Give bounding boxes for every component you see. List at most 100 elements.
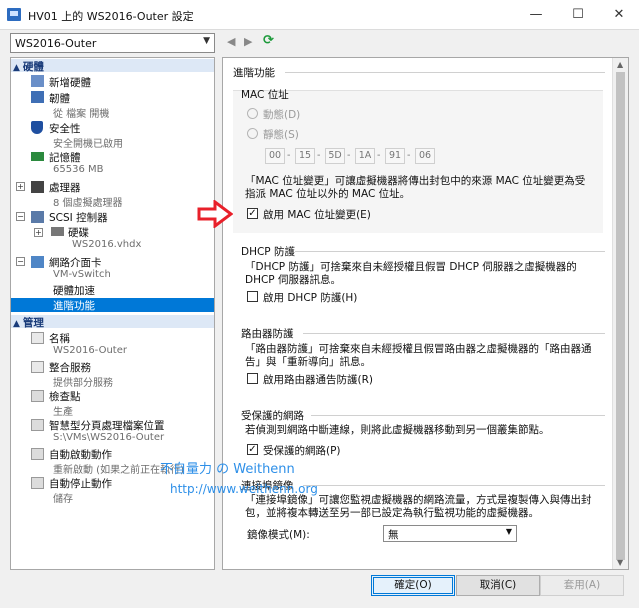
collapse-icon: ▲ — [13, 63, 20, 73]
tree-item-advanced-features[interactable]: 進階功能 — [53, 298, 95, 313]
tree-item-security[interactable]: 安全性 — [49, 121, 81, 136]
dhcp-group-title: DHCP 防護 — [241, 246, 295, 258]
forward-arrow-icon[interactable]: ▶ — [244, 35, 252, 48]
section-header-hardware[interactable]: ▲ 硬體 — [11, 59, 214, 73]
mirror-mode-label: 鏡像模式(M): — [247, 529, 310, 541]
tree-item-processor-detail: 8 個虛擬處理器 — [53, 198, 123, 209]
scroll-up-icon[interactable]: ▲ — [617, 60, 623, 69]
chevron-down-icon: ▼ — [505, 527, 512, 536]
divider — [303, 485, 605, 486]
annotation-arrow-icon — [197, 200, 233, 228]
panel-title: 進階功能 — [233, 67, 275, 79]
refresh-icon[interactable]: ⟳ — [263, 33, 274, 48]
tree-item-name[interactable]: 名稱 — [49, 331, 70, 346]
mac-octet-5[interactable]: 91 — [385, 148, 405, 164]
mac-static-radio[interactable] — [247, 128, 258, 139]
tree-item-memory[interactable]: 記憶體 — [49, 150, 81, 165]
tree-item-integration-services-detail: 提供部分服務 — [53, 378, 113, 389]
apply-button[interactable]: 套用(A) — [540, 575, 624, 596]
mac-octet-3[interactable]: 5D — [325, 148, 345, 164]
shield-icon — [31, 121, 43, 134]
tree-item-network-adapter-detail: VM-vSwitch — [53, 269, 111, 280]
title-bar: HV01 上的 WS2016-Outer 設定 — ☐ ✕ — [0, 0, 639, 30]
protected-network-group-title: 受保護的網路 — [241, 410, 304, 422]
tree-item-scsi[interactable]: SCSI 控制器 — [49, 210, 108, 225]
tree-item-hard-drive[interactable]: 硬碟 — [68, 225, 89, 240]
mac-dynamic-radio[interactable] — [247, 108, 258, 119]
auto-start-icon — [31, 448, 44, 460]
hard-drive-icon — [51, 227, 64, 236]
network-adapter-icon — [31, 256, 44, 268]
mirror-mode-value: 無 — [388, 529, 399, 541]
mac-separator: - — [347, 150, 351, 161]
divider — [285, 72, 605, 73]
dhcp-guard-description: 「DHCP 防護」可捨棄來自未經授權且假冒 DHCP 伺服器之虛擬機器的 DHC… — [245, 261, 577, 286]
mac-octet-1[interactable]: 00 — [265, 148, 285, 164]
tree-item-firmware-detail: 從 檔案 開機 — [53, 109, 110, 120]
chevron-down-icon: ▼ — [203, 36, 210, 46]
tree-item-name-detail: WS2016-Outer — [53, 345, 127, 356]
divider — [311, 415, 605, 416]
protected-network-description: 若偵測到網路中斷連線，則將此虛擬機器移動到另一個叢集節點。 — [245, 424, 550, 436]
minimize-icon[interactable]: — — [528, 7, 544, 22]
tree-item-auto-stop[interactable]: 自動停止動作 — [49, 476, 112, 491]
auto-stop-icon — [31, 477, 44, 489]
close-icon[interactable]: ✕ — [611, 7, 627, 22]
memory-icon — [31, 152, 44, 161]
router-guard-checkbox[interactable] — [247, 373, 258, 384]
watermark-url: http://www.weithenn.org — [170, 482, 318, 496]
expand-icon[interactable]: + — [16, 182, 25, 191]
hyperv-settings-icon — [7, 8, 21, 21]
section-header-management[interactable]: ▲ 管理 — [11, 315, 214, 329]
tree-item-firmware[interactable]: 韌體 — [49, 91, 70, 106]
mac-separator: - — [377, 150, 381, 161]
paging-file-icon — [31, 419, 44, 431]
mac-separator: - — [407, 150, 411, 161]
tree-item-integration-services[interactable]: 整合服務 — [49, 360, 91, 375]
maximize-icon[interactable]: ☐ — [570, 7, 586, 22]
tree-item-memory-detail: 65536 MB — [53, 164, 104, 175]
router-guard-label: 啟用路由器通告防護(R) — [263, 374, 373, 386]
mac-octet-4[interactable]: 1A — [355, 148, 375, 164]
tree-item-network-adapter[interactable]: 網路介面卡 — [49, 255, 102, 270]
tree-item-checkpoints[interactable]: 檢查點 — [49, 389, 81, 404]
cancel-button[interactable]: 取消(C) — [456, 575, 540, 596]
tree-item-processor[interactable]: 處理器 — [49, 180, 81, 195]
tree-item-checkpoints-detail: 生產 — [53, 407, 73, 418]
checkpoint-icon — [31, 390, 44, 402]
tree-item-smart-paging[interactable]: 智慧型分頁處理檔案位置 — [49, 418, 165, 433]
ok-button[interactable]: 確定(O) — [371, 575, 455, 596]
back-arrow-icon[interactable]: ◀ — [227, 35, 235, 48]
collapse-tree-icon[interactable]: − — [16, 257, 25, 266]
tree-item-auto-start[interactable]: 自動啟動動作 — [49, 447, 112, 462]
mac-group-title: MAC 位址 — [241, 89, 289, 101]
tree-item-auto-stop-detail: 儲存 — [53, 494, 73, 505]
watermark: 不自量力 の Weithenn http://www.weithenn.org — [160, 458, 340, 508]
collapse-tree-icon[interactable]: − — [16, 212, 25, 221]
window-title: HV01 上的 WS2016-Outer 設定 — [28, 10, 194, 23]
mac-dynamic-label: 動態(D) — [263, 109, 301, 121]
mac-static-label: 靜態(S) — [263, 129, 299, 141]
mac-octet-2[interactable]: 15 — [295, 148, 315, 164]
scrollbar-thumb[interactable] — [616, 72, 625, 560]
scroll-down-icon[interactable]: ▼ — [617, 558, 623, 567]
tree-item-hard-drive-detail: WS2016.vhdx — [72, 239, 142, 250]
mirror-mode-select[interactable]: 無 ▼ — [383, 525, 517, 542]
vertical-scrollbar[interactable]: ▲ ▼ — [612, 58, 628, 569]
mac-spoofing-label: 啟用 MAC 位址變更(E) — [263, 209, 371, 221]
dhcp-guard-checkbox[interactable] — [247, 291, 258, 302]
protected-network-label: 受保護的網路(P) — [263, 445, 341, 457]
processor-icon — [31, 181, 44, 193]
mac-spoofing-checkbox[interactable]: ✓ — [247, 208, 258, 219]
expand-icon[interactable]: + — [34, 228, 43, 237]
add-hardware-icon — [31, 75, 44, 87]
protected-network-checkbox[interactable]: ✓ — [247, 444, 258, 455]
vm-selector[interactable]: WS2016-Outer ▼ — [10, 33, 215, 53]
mac-octet-6[interactable]: 06 — [415, 148, 435, 164]
router-guard-description: 「路由器防護」可捨棄來自未經授權且假冒路由器之虛擬機器的「路由器通告」與「重新導… — [245, 343, 592, 368]
mac-spoofing-description: 「MAC 位址變更」可讓虛擬機器將傳出封包中的來源 MAC 位址變更為受指派 M… — [245, 175, 586, 200]
mac-separator: - — [317, 150, 321, 161]
tree-item-smart-paging-detail: S:\VMs\WS2016-Outer — [53, 432, 165, 443]
tree-item-hardware-acceleration[interactable]: 硬體加速 — [53, 283, 95, 298]
tree-item-add-hardware[interactable]: 新增硬體 — [49, 75, 91, 90]
